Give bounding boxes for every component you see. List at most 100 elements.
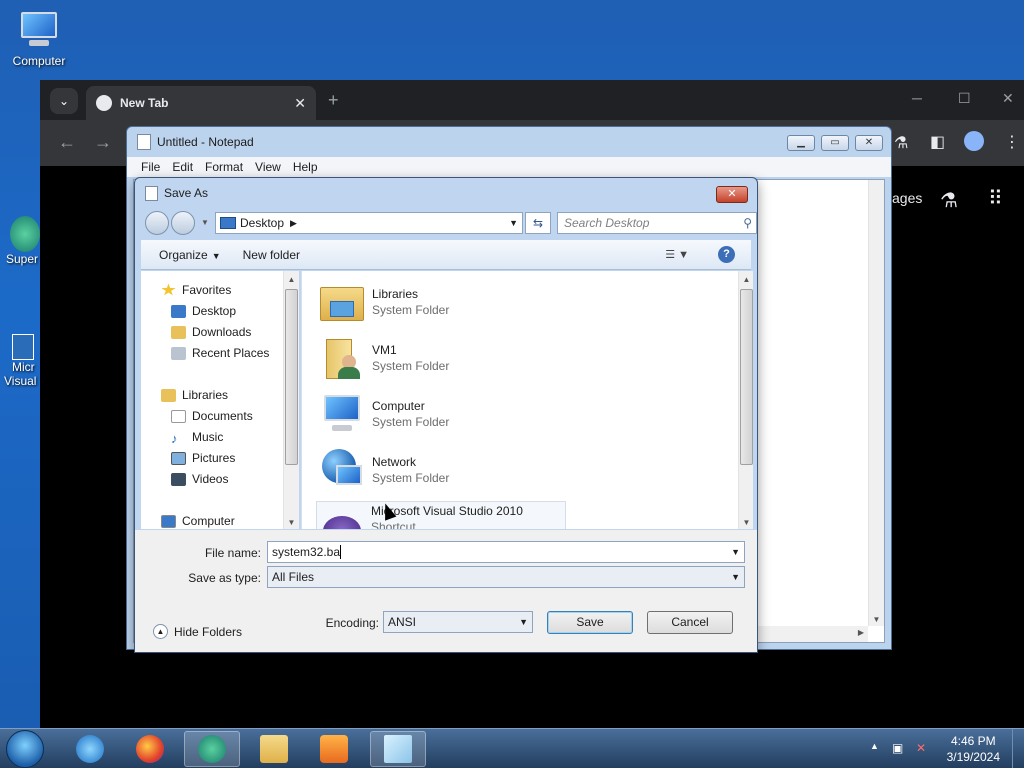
file-item-vm1[interactable]: VM1 System Folder	[318, 333, 449, 389]
dialog-icon	[145, 185, 158, 201]
taskbar-edge[interactable]	[184, 731, 240, 767]
nav-videos[interactable]: Videos	[171, 472, 228, 486]
taskbar-firefox[interactable]	[122, 731, 178, 767]
taskbar: ▲ ▣ ✕ 4:46 PM 3/19/2024	[0, 728, 1024, 768]
side-panel-icon[interactable]: ◧	[930, 132, 945, 152]
menu-format[interactable]: Format	[205, 160, 243, 174]
chevron-down-icon: ▼	[211, 250, 221, 261]
menu-view[interactable]: View	[255, 160, 281, 174]
filepane-vscroll[interactable]: ▲ ▼	[738, 271, 753, 529]
search-placeholder: Search Desktop	[564, 216, 650, 230]
edge-icon	[198, 735, 226, 763]
organize-button[interactable]: Organize ▼	[159, 248, 221, 262]
nav-favorites[interactable]: Favorites	[161, 283, 231, 297]
clock-date: 3/19/2024	[946, 750, 1000, 764]
clock[interactable]: 4:46 PM 3/19/2024	[947, 733, 1000, 765]
desktop-icon-super[interactable]: Super	[0, 216, 40, 266]
pictures-icon	[171, 451, 186, 465]
minimize-button[interactable]: ─	[912, 90, 922, 106]
forward-button[interactable]: →	[94, 132, 112, 153]
show-hidden-icons-button[interactable]: ▲	[870, 741, 879, 751]
edge-icon	[10, 216, 40, 252]
notepad-icon	[137, 134, 151, 150]
apps-grid-icon[interactable]: ⠿	[988, 186, 1003, 211]
tab-search-button[interactable]: ⌄	[50, 88, 78, 114]
nav-desktop[interactable]: Desktop	[171, 304, 236, 318]
save-type-select[interactable]: All Files ▼	[267, 566, 745, 588]
taskbar-explorer[interactable]	[246, 731, 302, 767]
forward-arrow-icon[interactable]	[171, 211, 195, 235]
help-icon[interactable]: ?	[718, 246, 735, 263]
menu-help[interactable]: Help	[293, 160, 318, 174]
network-tray-icon[interactable]: ▣	[892, 741, 903, 755]
labs-icon-page[interactable]: ⚗	[940, 188, 958, 213]
file-item-network[interactable]: Network System Folder	[318, 445, 449, 501]
breadcrumb-arrow-icon[interactable]: ▶	[290, 218, 297, 229]
taskbar-notepad[interactable]	[370, 731, 426, 767]
save-type-value: All Files	[272, 570, 315, 584]
chevron-down-icon: ▼	[731, 572, 740, 582]
recent-places-icon	[171, 346, 186, 360]
nav-libraries[interactable]: Libraries	[161, 388, 228, 402]
hide-folders-button[interactable]: ▲ Hide Folders	[153, 624, 242, 639]
back-arrow-icon[interactable]	[145, 211, 169, 235]
maximize-button[interactable]: ☐	[958, 90, 971, 107]
nav-downloads[interactable]: Downloads	[171, 325, 251, 339]
images-link[interactable]: ages	[892, 190, 922, 206]
media-player-icon	[320, 735, 348, 763]
show-desktop-button[interactable]	[1012, 729, 1024, 768]
menu-icon[interactable]: ⋮	[1004, 132, 1020, 152]
save-button[interactable]: Save	[547, 611, 633, 634]
desktop-icon	[171, 304, 186, 318]
chevron-down-icon: ▼	[519, 617, 528, 627]
file-name-input[interactable]: system32.ba ▼	[267, 541, 745, 563]
nav-recent-places[interactable]: Recent Places	[171, 346, 269, 360]
dialog-close-button[interactable]: ✕	[716, 186, 748, 203]
close-button[interactable]: ✕	[1002, 90, 1014, 107]
file-item-visual-studio[interactable]: Microsoft Visual Studio 2010 Shortcut	[316, 501, 566, 529]
nav-music[interactable]: ♪ Music	[171, 430, 223, 446]
file-item-libraries[interactable]: Libraries System Folder	[318, 277, 449, 333]
tab-close-button[interactable]: ✕	[294, 95, 306, 112]
chrome-tab-new-tab[interactable]: New Tab ✕	[86, 86, 316, 120]
save-as-dialog: Save As ✕ ▼ Desktop ▶ ▼ ⇆ Search Desktop…	[134, 177, 758, 653]
file-name-dropdown-icon[interactable]: ▼	[731, 547, 740, 557]
new-folder-button[interactable]: New folder	[243, 248, 300, 262]
tab-title: New Tab	[120, 96, 169, 110]
encoding-select[interactable]: ANSI ▼	[383, 611, 533, 633]
cancel-button[interactable]: Cancel	[647, 611, 733, 634]
encoding-value: ANSI	[388, 615, 417, 629]
menu-file[interactable]: File	[141, 160, 160, 174]
notepad-close-button[interactable]: ✕	[855, 135, 883, 151]
computer-icon	[318, 389, 366, 437]
address-bar[interactable]: Desktop ▶ ▼	[215, 212, 523, 234]
nav-documents[interactable]: Documents	[171, 409, 253, 423]
labs-icon[interactable]: ⚗	[894, 133, 908, 153]
menu-edit[interactable]: Edit	[172, 160, 193, 174]
start-button[interactable]	[6, 730, 44, 768]
search-input[interactable]: Search Desktop ⚲	[557, 212, 757, 234]
view-options-icon[interactable]: ☰ ▼	[665, 248, 689, 261]
desktop-icon-computer[interactable]: Computer	[4, 10, 74, 68]
notepad-minimize-button[interactable]: ▁	[787, 135, 815, 151]
notepad-vscroll[interactable]: ▼	[868, 180, 884, 626]
new-tab-button[interactable]: +	[328, 90, 339, 111]
volume-muted-icon[interactable]: ✕	[916, 741, 926, 755]
videos-icon	[171, 472, 186, 486]
folder-icon	[260, 735, 288, 763]
taskbar-ie[interactable]	[62, 731, 118, 767]
nav-computer[interactable]: Computer	[161, 514, 235, 528]
desktop-icon-visual-studio[interactable]: Micr Visual	[0, 334, 40, 388]
file-name-label: File name:	[204, 546, 261, 560]
dialog-bottom-panel: File name: system32.ba ▼ Save as type: A…	[135, 530, 757, 652]
back-button[interactable]: ←	[58, 132, 76, 153]
refresh-button[interactable]: ⇆	[525, 212, 551, 234]
address-dropdown-icon[interactable]: ▼	[509, 218, 518, 228]
profile-icon[interactable]	[964, 131, 984, 151]
nav-pictures[interactable]: Pictures	[171, 451, 235, 465]
navpane-vscroll[interactable]: ▲ ▼	[283, 271, 299, 529]
notepad-maximize-button[interactable]: ▭	[821, 135, 849, 151]
taskbar-media-player[interactable]	[306, 731, 362, 767]
history-dropdown-icon[interactable]: ▼	[201, 218, 209, 227]
file-item-computer[interactable]: Computer System Folder	[318, 389, 449, 445]
